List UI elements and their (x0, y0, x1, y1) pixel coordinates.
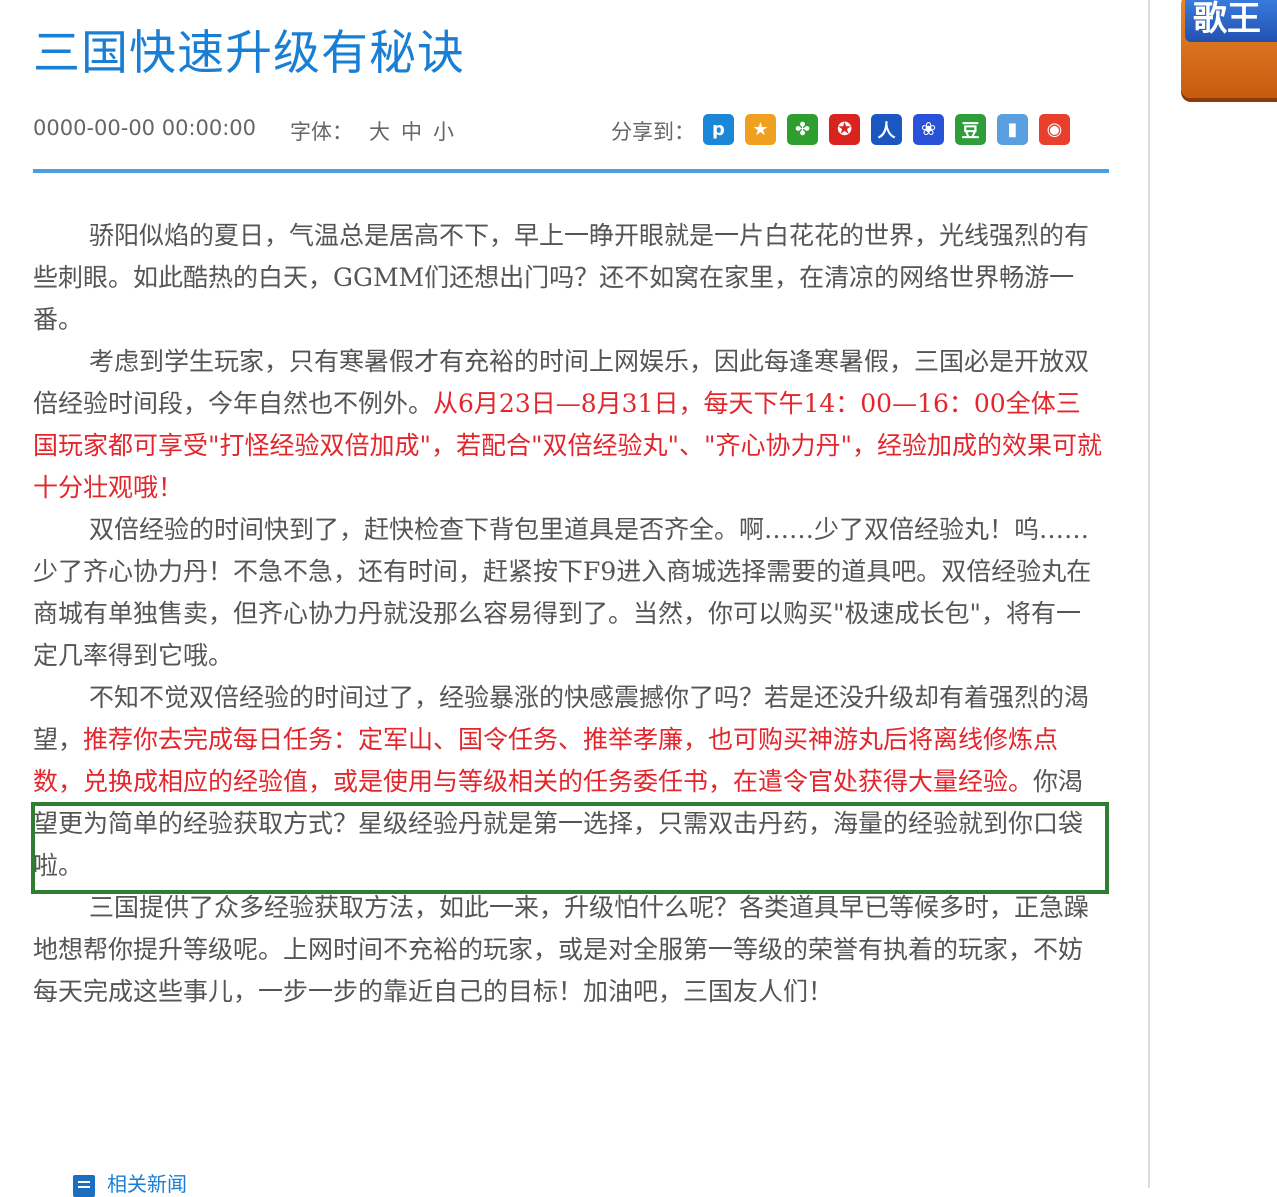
sina-weibo-icon[interactable]: ◉ (1039, 114, 1070, 145)
share-label: 分享到： (611, 120, 695, 144)
article-paragraph: 三国提供了众多经验获取方法，如此一来，升级怕什么呢？各类道具早已等候多时，正急躁… (33, 887, 1103, 1013)
related-news-link[interactable]: 相关新闻 (73, 1168, 187, 1197)
banner-logo-text: 歌王 (1185, 0, 1277, 42)
article-body: 骄阳似焰的夏日，气温总是居高不下，早上一睁开眼就是一片白花花的世界，光线强烈的有… (33, 215, 1103, 1013)
font-size-medium[interactable]: 中 (401, 116, 422, 146)
article-meta: 0000-00-00 00:00:00 字体： 大 中 小 分享到： p ★ ✤ ✪ 人… (33, 112, 1109, 146)
publish-date: 0000-00-00 00:00:00 (33, 116, 257, 140)
header-divider (33, 169, 1109, 173)
font-size-large[interactable]: 大 (369, 116, 390, 146)
article-paragraph: 不知不觉双倍经验的时间过了，经验暴涨的快感震撼你了吗？若是还没升级却有着强烈的渴… (33, 677, 1103, 887)
douban-icon[interactable]: 豆 (955, 114, 986, 145)
qzone-icon[interactable]: p (703, 114, 734, 145)
highlighted-text: 推荐你去完成每日任务：定军山、国令任务、推举孝廉，也可购买神游丸后将离线修炼点数… (33, 725, 1059, 796)
related-news-label: 相关新闻 (107, 1172, 187, 1196)
baidu-icon[interactable]: ❀ (913, 114, 944, 145)
kaixin-icon[interactable]: ✤ (787, 114, 818, 145)
page-title: 三国快速升级有秘诀 (33, 26, 465, 81)
bookmark-icon[interactable]: ▮ (997, 114, 1028, 145)
paragraph-text: 骄阳似焰的夏日，气温总是居高不下，早上一睁开眼就是一片白花花的世界，光线强烈的有… (33, 221, 1090, 334)
paragraph-text: 三国提供了众多经验获取方法，如此一来，升级怕什么呢？各类道具早已等候多时，正急躁… (33, 893, 1090, 1006)
paragraph-text: 双倍经验的时间快到了，赶快检查下背包里道具是否齐全。啊……少了双倍经验丸！呜……… (33, 515, 1092, 670)
people-icon[interactable]: 人 (871, 114, 902, 145)
renren-icon[interactable]: ✪ (829, 114, 860, 145)
tencent-weibo-icon[interactable]: ★ (745, 114, 776, 145)
font-size-label: 字体： (290, 120, 353, 144)
sidebar-banner-ad[interactable]: 歌王 (1181, 0, 1277, 98)
news-list-icon (73, 1175, 95, 1197)
font-size-small[interactable]: 小 (433, 116, 454, 146)
article-paragraph: 双倍经验的时间快到了，赶快检查下背包里道具是否齐全。啊……少了双倍经验丸！呜……… (33, 509, 1103, 677)
article-paragraph: 骄阳似焰的夏日，气温总是居高不下，早上一睁开眼就是一片白花花的世界，光线强烈的有… (33, 215, 1103, 341)
article-paragraph: 考虑到学生玩家，只有寒暑假才有充裕的时间上网娱乐，因此每逢寒暑假，三国必是开放双… (33, 341, 1103, 509)
sidebar-divider (1148, 0, 1150, 1188)
